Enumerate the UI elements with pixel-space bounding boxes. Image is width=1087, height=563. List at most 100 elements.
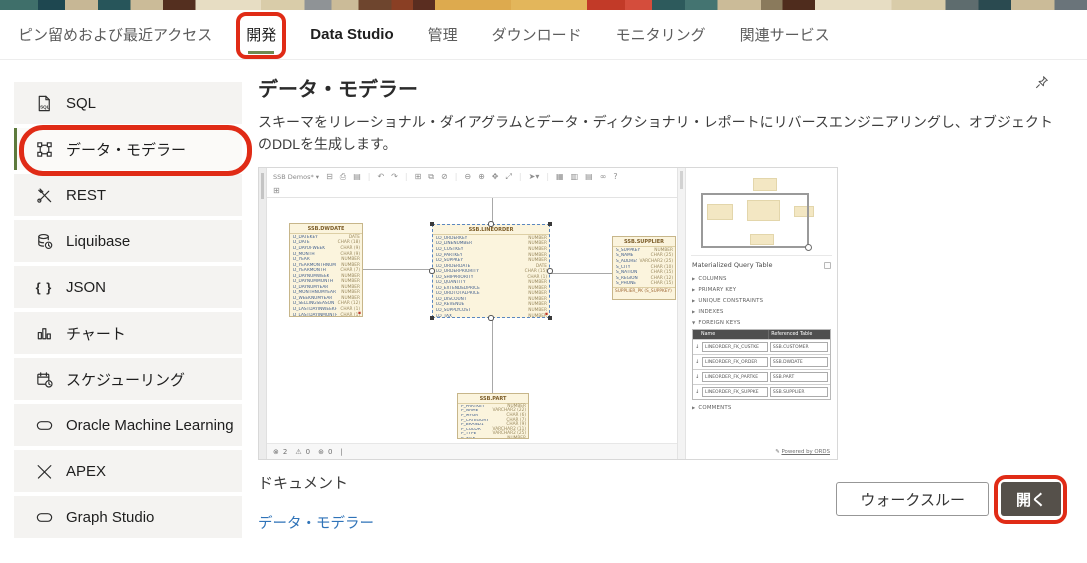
layout-grid-icon: ▦	[556, 173, 564, 181]
powered-by: ✎ Powered by ORDS	[686, 446, 837, 459]
find-icon: ∞	[600, 173, 607, 181]
fk-row: ↓LINEORDER_FK_CUSTKESSB.CUSTOMER	[693, 339, 830, 354]
sidebar-item-sql[interactable]: SQLSQL	[14, 82, 242, 124]
pointer-menu-icon: ➤▾	[529, 173, 540, 181]
zoom-out-icon: ⊖	[464, 173, 471, 181]
section-label: PRIMARY KEY	[698, 287, 736, 293]
er-column-row: P_SIZENUMBER	[461, 437, 526, 439]
section-label: INDEXES	[698, 309, 723, 315]
sidebar-item-json[interactable]: { }JSON	[14, 266, 242, 308]
oracle-oval-icon	[34, 415, 54, 435]
main-content: データ・モデラー スキーマをリレーショナル・ダイアグラムとデータ・ディクショナリ…	[242, 60, 1087, 542]
properties-header: Materialized Query Table	[692, 261, 772, 269]
nav-tab-data-studio[interactable]: Data Studio	[310, 26, 393, 43]
undo-icon: ↶	[377, 173, 384, 181]
save-icon: ⊟	[326, 173, 333, 181]
fk-expand-icon: ↓	[695, 389, 700, 395]
redo-icon: ↷	[391, 173, 398, 181]
nav-tab-label: 開発	[246, 27, 276, 44]
connection-handle	[488, 315, 494, 321]
pin-icon[interactable]	[1034, 75, 1049, 95]
sidebar-item-label: APEX	[66, 463, 106, 480]
fk-ref-table-cell: SSB.PART	[770, 372, 828, 382]
nav-tab-downloads[interactable]: ダウンロード	[492, 24, 582, 45]
er-table-name: SSB.SUPPLIER	[613, 237, 675, 247]
er-column-name: S_PHONE	[616, 281, 636, 287]
decorative-pattern-banner	[0, 0, 1087, 10]
fk-row: ↓LINEORDER_FK_ORDERSSB.DWDATE	[693, 354, 830, 369]
sidebar-item-apex[interactable]: APEX	[14, 450, 242, 492]
connector-line	[550, 273, 613, 274]
fk-row: ↓LINEORDER_FK_PARTKESSB.PART	[693, 369, 830, 384]
properties-sections: ▶COLUMNS▶PRIMARY KEY▶UNIQUE CONSTRAINTS▶…	[686, 273, 837, 413]
section-columns: ▶COLUMNS	[686, 273, 837, 284]
sidebar-item-rest[interactable]: REST	[14, 174, 242, 216]
add-object-icon: ⊞	[415, 173, 422, 181]
er-key-footer: SUPPLIER_PK (S_SUPPKEY)	[613, 287, 675, 295]
er-column-name: D_LASTDAYINMONTHFL	[293, 313, 337, 318]
selection-handle	[430, 222, 434, 226]
page-title: データ・モデラー	[258, 73, 418, 102]
er-table-columns: LO_ORDERKEYNUMBERLO_LINENUMBERNUMBERLO_C…	[433, 235, 549, 319]
er-table-part: SSB.PARTP_PARTKEYNUMBERP_NAMEVARCHAR2 (2…	[457, 393, 529, 439]
nav-tab-label: ピン留めおよび最近アクセス	[18, 27, 212, 44]
nav-tab-pinned[interactable]: ピン留めおよび最近アクセス	[18, 24, 212, 45]
sidebar-item-label: Liquibase	[66, 233, 130, 250]
fk-ref-table-cell: SSB.DWDATE	[770, 357, 828, 367]
nav-tab-related-services[interactable]: 関連サービス	[740, 24, 830, 45]
nav-tab-administration[interactable]: 管理	[428, 24, 458, 45]
fk-expand-icon: ↓	[695, 359, 700, 365]
warnings-count: 0	[306, 448, 310, 456]
modeler-toolbar: SSB Demos* ▾ ⊟⎙▤|↶↷|⊞⧉⊘|⊖⊕✥⤢|➤▾|▦▥▤∞?	[267, 168, 677, 185]
nav-tab-development[interactable]: 開発	[246, 24, 276, 45]
report-icon: ▤	[353, 173, 361, 181]
fk-row: ↓LINEORDER_FK_SUPPKESSB.SUPPLIER	[693, 384, 830, 399]
section-arrow-icon: ▶	[692, 287, 695, 292]
sidebar-item-data-modeler[interactable]: データ・モデラー	[14, 128, 242, 170]
fk-table-header: NameReferenced Table	[693, 330, 830, 339]
er-table-columns: D_DATEKEYDATED_DATECHAR (18)D_DAYOFWEEKC…	[290, 234, 362, 318]
separator: |	[368, 173, 371, 181]
fk-name-cell: LINEORDER_FK_CUSTKE	[702, 342, 768, 352]
status-divider: |	[340, 448, 342, 456]
bar-chart-icon	[34, 323, 54, 343]
section-arrow-icon: ▼	[692, 320, 695, 325]
open-button[interactable]: 開く	[1001, 482, 1061, 516]
selection-handle	[548, 316, 552, 320]
nav-tab-label: ダウンロード	[492, 27, 582, 44]
nav-tab-label: Data Studio	[310, 26, 393, 43]
er-table-lineorder: SSB.LINEORDERLO_ORDERKEYNUMBERLO_LINENUM…	[432, 224, 550, 318]
sidebar-item-label: Oracle Machine Learning	[66, 417, 234, 434]
errors-count: 2	[283, 448, 287, 456]
connection-handle	[429, 268, 435, 274]
sidebar-item-graph-studio[interactable]: Graph Studio	[14, 496, 242, 538]
nav-tab-label: 関連サービス	[740, 27, 830, 44]
er-column-name: LO_TAX	[436, 314, 452, 319]
nav-tab-label: 管理	[428, 27, 458, 44]
sidebar-item-label: チャート	[66, 323, 126, 344]
doc-link-data-modeler[interactable]: データ・モデラー	[258, 512, 374, 533]
nav-tab-monitoring[interactable]: モニタリング	[616, 24, 706, 45]
section-arrow-icon: ▶	[692, 309, 695, 314]
fk-expand-icon: ↓	[695, 374, 700, 380]
minimap-resize-handle	[805, 244, 812, 251]
minimap-viewport	[701, 193, 810, 248]
sidebar-item-charts[interactable]: チャート	[14, 312, 242, 354]
section-arrow-icon: ▶	[692, 405, 695, 410]
er-column-type: NUMBER	[507, 437, 526, 439]
sidebar-item-scheduling[interactable]: スケジューリング	[14, 358, 242, 400]
walkthrough-button[interactable]: ウォークスルー	[836, 482, 989, 516]
materialized-checkbox	[824, 262, 831, 269]
data-modeler-icon	[34, 139, 54, 159]
svg-text:SQL: SQL	[40, 104, 50, 109]
er-table-supplier: SSB.SUPPLIERS_SUPPKEYNUMBERS_NAMECHAR (2…	[612, 236, 676, 300]
section-indexes: ▶INDEXES	[686, 306, 837, 317]
fk-name-cell: LINEORDER_FK_PARTKE	[702, 372, 768, 382]
warnings-icon: ⚠	[295, 448, 301, 456]
er-column-type: CHAR (15)	[651, 281, 673, 287]
sidebar-item-oml[interactable]: Oracle Machine Learning	[14, 404, 242, 446]
fk-name-cell: LINEORDER_FK_ORDER	[702, 357, 768, 367]
panel-handle	[261, 173, 264, 199]
help-icon: ?	[613, 173, 617, 181]
sidebar-item-liquibase[interactable]: Liquibase	[14, 220, 242, 262]
